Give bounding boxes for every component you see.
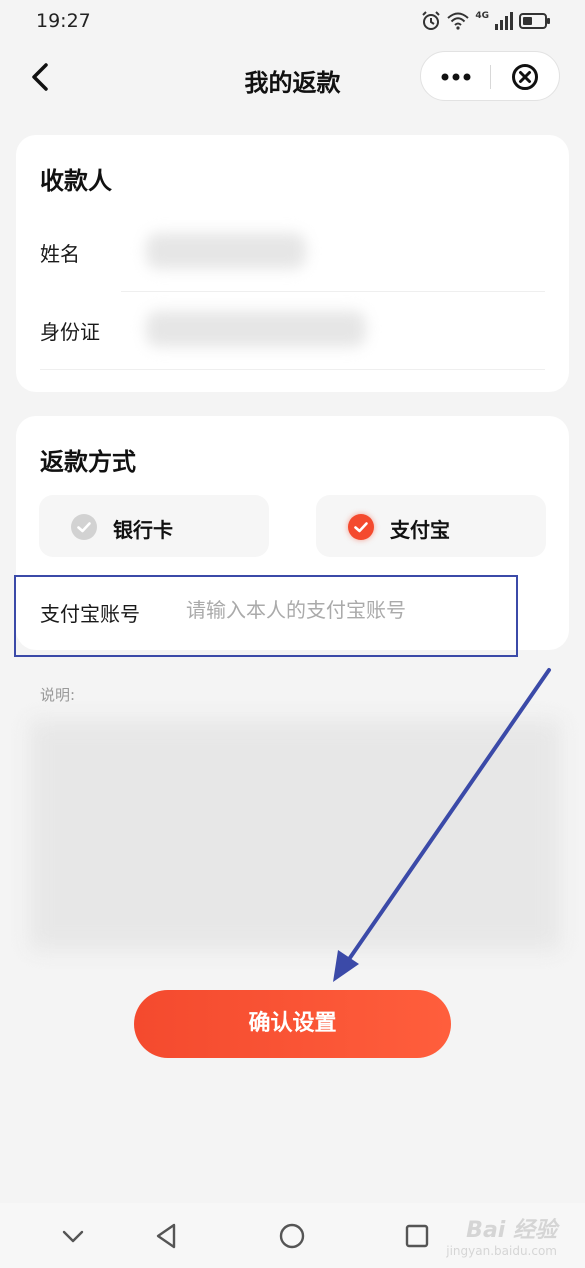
status-time: 19:27: [36, 10, 91, 32]
watermark-main: Bai 经验: [466, 1218, 557, 1243]
network-type: 4G: [475, 11, 489, 21]
alarm-icon: [422, 11, 441, 30]
option-alipay[interactable]: 支付宝: [316, 495, 546, 557]
refund-method-title: 返款方式: [40, 448, 136, 476]
payee-divider: [121, 291, 545, 292]
watermark-sub: jingyan.baidu.com: [446, 1244, 557, 1258]
name-label: 姓名: [40, 242, 80, 266]
id-value-redacted: [146, 311, 366, 347]
checked-circle-icon: [348, 514, 374, 540]
baidu-watermark: Bai 经验 jingyan.baidu.com: [446, 1212, 557, 1258]
option-bank-card-label: 银行卡: [113, 518, 173, 542]
alipay-account-label: 支付宝账号: [40, 602, 140, 626]
option-alipay-label: 支付宝: [390, 518, 450, 542]
signal-icon: [495, 12, 513, 30]
alipay-account-input[interactable]: [186, 594, 496, 626]
more-dots-icon[interactable]: [439, 65, 473, 89]
recents-square-icon[interactable]: [402, 1221, 432, 1251]
confirm-settings-button[interactable]: 确认设置: [134, 990, 451, 1058]
status-bar: 19:27 4G: [0, 0, 585, 42]
mini-program-capsule: [420, 51, 560, 101]
name-value-redacted: [146, 233, 306, 269]
wifi-icon: [447, 12, 470, 30]
payee-divider-bottom: [40, 369, 545, 370]
id-label: 身份证: [40, 320, 100, 344]
description-label: 说明:: [40, 686, 76, 704]
payee-title: 收款人: [40, 167, 112, 195]
unchecked-circle-icon: [71, 514, 97, 540]
nav-bar: 我的返款: [0, 42, 585, 112]
chevron-down-icon[interactable]: [58, 1221, 88, 1251]
battery-icon: [519, 13, 550, 29]
back-triangle-icon[interactable]: [152, 1221, 182, 1251]
home-circle-icon[interactable]: [277, 1221, 307, 1251]
description-text-redacted: [30, 720, 560, 950]
payee-card: 收款人 姓名 身份证: [16, 135, 569, 392]
status-icons: 4G: [421, 10, 551, 32]
option-bank-card[interactable]: 银行卡: [39, 495, 269, 557]
capsule-divider: [490, 65, 491, 89]
close-circle-icon[interactable]: [511, 63, 539, 91]
